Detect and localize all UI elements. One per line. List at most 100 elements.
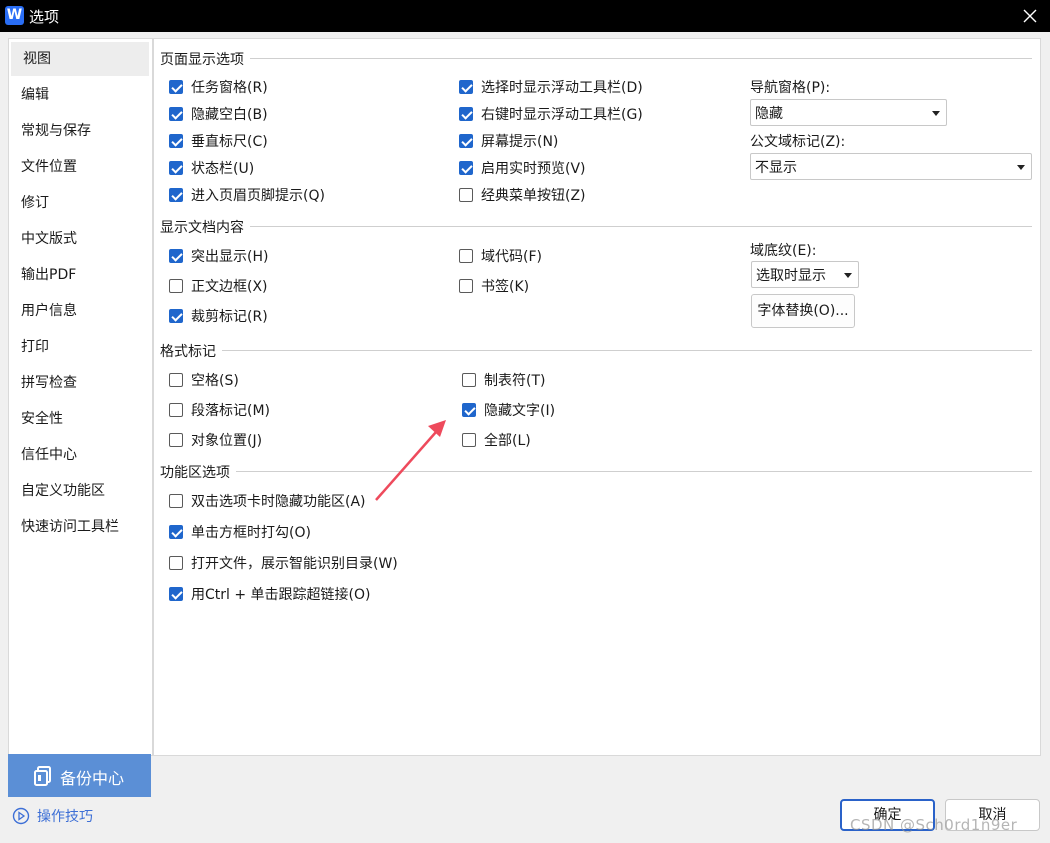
sidebar-item-trust-center[interactable]: 信任中心 [9, 438, 149, 472]
close-button[interactable] [1018, 4, 1042, 28]
checkbox-hidden-text[interactable]: 隐藏文字(I) [462, 400, 555, 420]
sidebar: 视图 编辑 常规与保存 文件位置 修订 中文版式 输出PDF 用户信息 打印 拼… [8, 38, 153, 756]
checkbox-label: 隐藏文字(I) [484, 403, 556, 419]
checkbox-float-toolbar-rightclick[interactable]: 右键时显示浮动工具栏(G) [459, 104, 643, 124]
checkbox-label: 裁剪标记(R) [191, 309, 268, 325]
sidebar-item-file-location[interactable]: 文件位置 [9, 150, 149, 184]
checkbox-box[interactable] [169, 433, 183, 447]
sidebar-item-revision[interactable]: 修订 [9, 186, 149, 220]
checkbox-box[interactable] [462, 403, 476, 417]
sidebar-item-print[interactable]: 打印 [9, 330, 149, 364]
checkbox-box[interactable] [459, 249, 473, 263]
font-substitution-button[interactable]: 字体替换(O)... [751, 294, 855, 328]
sidebar-item-spell-check[interactable]: 拼写检查 [9, 366, 149, 400]
checkbox-box[interactable] [169, 188, 183, 202]
checkbox-all-marks[interactable]: 全部(L) [462, 430, 531, 450]
checkbox-ctrl-click-link[interactable]: 用Ctrl + 单击跟踪超链接(O) [169, 584, 370, 604]
sidebar-item-edit[interactable]: 编辑 [9, 78, 149, 112]
checkbox-box[interactable] [462, 433, 476, 447]
field-mark-label: 公文域标记(Z): [750, 134, 846, 150]
close-icon [1023, 9, 1037, 23]
checkbox-label: 打开文件，展示智能识别目录(W) [191, 556, 398, 572]
options-panel: 页面显示选项 任务窗格(R) 隐藏空白(B) 垂直标尺(C) 状态栏(U) 进入… [153, 38, 1041, 756]
checkbox-field-codes[interactable]: 域代码(F) [459, 246, 542, 266]
checkbox-label: 正文边框(X) [191, 279, 268, 295]
checkbox-box[interactable] [169, 494, 183, 508]
checkbox-task-pane[interactable]: 任务窗格(R) [169, 77, 268, 97]
checkbox-box[interactable] [459, 80, 473, 94]
sidebar-item-user-info[interactable]: 用户信息 [9, 294, 149, 328]
checkbox-label: 状态栏(U) [191, 161, 255, 177]
checkbox-paragraph-marks[interactable]: 段落标记(M) [169, 400, 270, 420]
checkbox-box[interactable] [459, 134, 473, 148]
checkbox-label: 域代码(F) [481, 249, 542, 265]
checkbox-box[interactable] [459, 161, 473, 175]
title-bar: W 选项 [0, 0, 1050, 32]
checkbox-box[interactable] [169, 161, 183, 175]
checkbox-hide-whitespace[interactable]: 隐藏空白(B) [169, 104, 268, 124]
checkbox-text-boundaries[interactable]: 正文边框(X) [169, 276, 268, 296]
section-divider [162, 350, 1032, 351]
sidebar-item-security[interactable]: 安全性 [9, 402, 149, 436]
checkbox-box[interactable] [169, 107, 183, 121]
checkbox-tab-characters[interactable]: 制表符(T) [462, 370, 545, 390]
checkbox-screen-tips[interactable]: 屏幕提示(N) [459, 131, 558, 151]
checkbox-vertical-ruler[interactable]: 垂直标尺(C) [169, 131, 268, 151]
checkbox-box[interactable] [169, 403, 183, 417]
sidebar-item-customize-ribbon[interactable]: 自定义功能区 [9, 474, 149, 508]
sidebar-item-export-pdf[interactable]: 输出PDF [9, 258, 149, 292]
sidebar-item-chinese-layout[interactable]: 中文版式 [9, 222, 149, 256]
nav-pane-label: 导航窗格(P): [750, 80, 831, 96]
checkbox-box[interactable] [169, 309, 183, 323]
checkbox-box[interactable] [459, 279, 473, 293]
checkbox-spaces[interactable]: 空格(S) [169, 370, 239, 390]
checkbox-box[interactable] [169, 373, 183, 387]
checkbox-bookmarks[interactable]: 书签(K) [459, 276, 529, 296]
checkbox-dblclick-hide-ribbon[interactable]: 双击选项卡时隐藏功能区(A) [169, 491, 366, 511]
sidebar-item-quick-access-toolbar[interactable]: 快速访问工具栏 [9, 510, 149, 544]
play-circle-icon [12, 807, 30, 825]
checkbox-smart-toc[interactable]: 打开文件，展示智能识别目录(W) [169, 553, 398, 573]
window-title: 选项 [29, 8, 60, 26]
backup-center-button[interactable]: 备份中心 [8, 754, 151, 797]
checkbox-label: 单击方框时打勾(O) [191, 525, 311, 541]
checkbox-label: 启用实时预览(V) [481, 161, 586, 177]
sidebar-item-view[interactable]: 视图 [11, 42, 149, 76]
field-mark-value: 不显示 [755, 160, 797, 176]
checkbox-highlight[interactable]: 突出显示(H) [169, 246, 268, 266]
field-mark-select[interactable]: 不显示 [750, 153, 1032, 180]
checkbox-float-toolbar-select[interactable]: 选择时显示浮动工具栏(D) [459, 77, 643, 97]
annotation-arrow-icon [375, 420, 446, 501]
checkbox-classic-menu[interactable]: 经典菜单按钮(Z) [459, 185, 586, 205]
watermark: CSDN @Sch0rd1n9er [850, 816, 1018, 834]
checkbox-box[interactable] [169, 134, 183, 148]
checkbox-label: 制表符(T) [484, 373, 546, 389]
checkbox-box[interactable] [459, 107, 473, 121]
checkbox-box[interactable] [169, 279, 183, 293]
checkbox-label: 突出显示(H) [191, 249, 269, 265]
checkbox-live-preview[interactable]: 启用实时预览(V) [459, 158, 586, 178]
checkbox-label: 隐藏空白(B) [191, 107, 268, 123]
checkbox-box[interactable] [462, 373, 476, 387]
checkbox-box[interactable] [169, 587, 183, 601]
checkbox-crop-marks[interactable]: 裁剪标记(R) [169, 306, 268, 326]
checkbox-box[interactable] [169, 525, 183, 539]
backup-icon [34, 766, 51, 786]
checkbox-header-footer-hint[interactable]: 进入页眉页脚提示(Q) [169, 185, 325, 205]
nav-pane-select[interactable]: 隐藏 [750, 99, 947, 126]
checkbox-status-bar[interactable]: 状态栏(U) [169, 158, 254, 178]
checkbox-box[interactable] [459, 188, 473, 202]
section-title-ribbon: 功能区选项 [160, 462, 236, 482]
field-shading-select[interactable]: 选取时显示 [751, 261, 859, 288]
checkbox-box[interactable] [169, 80, 183, 94]
checkbox-label: 对象位置(J) [191, 433, 263, 449]
sidebar-item-general-save[interactable]: 常规与保存 [9, 114, 149, 148]
checkbox-label: 选择时显示浮动工具栏(D) [481, 80, 643, 96]
checkbox-object-anchors[interactable]: 对象位置(J) [169, 430, 262, 450]
checkbox-click-box-check[interactable]: 单击方框时打勾(O) [169, 522, 311, 542]
section-divider [162, 226, 1032, 227]
checkbox-box[interactable] [169, 249, 183, 263]
chevron-down-icon [932, 111, 940, 116]
checkbox-label: 空格(S) [191, 373, 239, 389]
checkbox-box[interactable] [169, 556, 183, 570]
